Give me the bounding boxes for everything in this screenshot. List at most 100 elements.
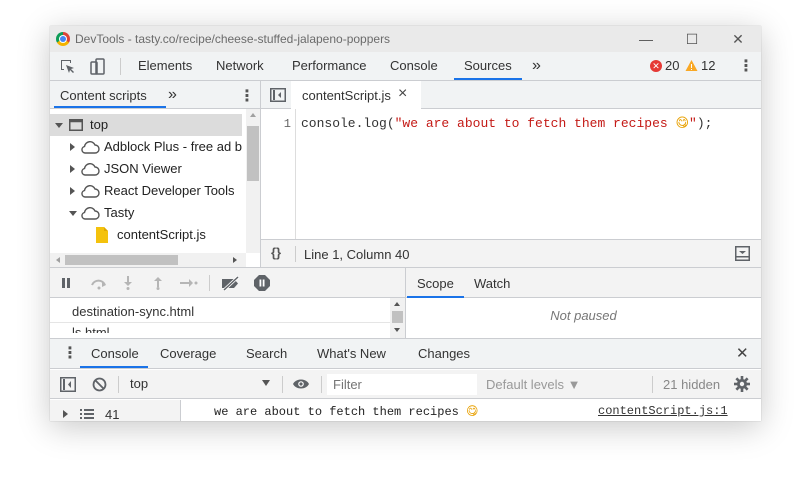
hidden-count: 21 hidden: [663, 377, 721, 392]
context-selector[interactable]: top: [128, 376, 276, 393]
debugger-toolbar: [50, 268, 405, 298]
tab-sources[interactable]: Sources: [454, 52, 522, 80]
pause-on-exceptions-icon[interactable]: [254, 275, 270, 291]
expand-arrow-icon: [70, 187, 75, 195]
device-toolbar-icon[interactable]: [90, 58, 106, 76]
tree-item-json-viewer[interactable]: JSON Viewer: [50, 158, 245, 180]
code-line[interactable]: console.log("we are about to fetch them …: [301, 116, 712, 131]
scroll-right-arrow-icon[interactable]: [233, 257, 237, 263]
pretty-print-button[interactable]: {}: [271, 245, 281, 260]
scope-panel: Scope Watch Not paused: [406, 268, 761, 338]
tree-label: React Developer Tools: [104, 183, 235, 198]
console-settings-gear-icon[interactable]: [734, 376, 750, 392]
expand-arrow-icon[interactable]: [63, 410, 68, 418]
scroll-down-arrow-icon[interactable]: [394, 328, 400, 332]
drawer-tab-console[interactable]: Console: [91, 346, 139, 361]
tree-item-top[interactable]: top: [50, 114, 242, 136]
scrollbar-thumb[interactable]: [247, 126, 259, 181]
step-over-icon[interactable]: [90, 276, 108, 290]
editor-status-bar: {} Line 1, Column 40: [261, 239, 761, 267]
tree-item-react-devtools[interactable]: React Developer Tools: [50, 180, 245, 202]
not-paused-message: Not paused: [550, 308, 617, 323]
drawer-tab-search[interactable]: Search: [246, 346, 287, 361]
cloud-icon: [81, 185, 100, 198]
drawer-menu-icon[interactable]: ⋮: [62, 343, 78, 363]
warning-count[interactable]: 12: [701, 58, 715, 73]
threads-scrollbar[interactable]: [390, 298, 405, 338]
scroll-up-arrow-icon[interactable]: [250, 113, 256, 117]
maximize-button[interactable]: ☐: [672, 28, 712, 50]
deactivate-breakpoints-icon[interactable]: [220, 276, 242, 291]
log-source-link[interactable]: contentScript.js:1: [598, 404, 728, 418]
toggle-sidebar-icon[interactable]: [60, 377, 76, 392]
navigator-panel: Content scripts » ⋮ top Adblock Plus - f…: [50, 81, 260, 267]
messages-count[interactable]: 41 messages: [105, 407, 180, 421]
list-icon: [80, 409, 94, 419]
drawer-tab-coverage[interactable]: Coverage: [160, 346, 216, 361]
navigator-horizontal-scrollbar[interactable]: [50, 253, 246, 267]
status-divider: [295, 246, 296, 262]
editor-tabstrip: contentScript.js ×: [261, 81, 761, 109]
thread-item[interactable]: ls.html: [72, 322, 110, 333]
tree-label: JSON Viewer: [104, 161, 182, 176]
toolbar-divider: [652, 376, 653, 393]
clear-console-icon[interactable]: [92, 377, 107, 392]
toggle-debugger-icon[interactable]: [735, 246, 750, 261]
pause-icon[interactable]: [62, 278, 65, 288]
cloud-icon: [81, 163, 100, 176]
warning-icon: [685, 60, 698, 71]
scroll-up-arrow-icon[interactable]: [394, 302, 400, 306]
navigator-tabstrip: Content scripts » ⋮: [50, 81, 260, 109]
file-tab-contentscript[interactable]: contentScript.js ×: [291, 81, 421, 109]
close-tab-icon[interactable]: ×: [398, 85, 407, 103]
tab-performance[interactable]: Performance: [292, 52, 366, 80]
console-log-message[interactable]: we are about to fetch them recipes 😋: [214, 404, 479, 419]
inspect-element-icon[interactable]: [60, 59, 76, 75]
console-filter-input[interactable]: [327, 374, 477, 395]
close-drawer-icon[interactable]: ✕: [736, 344, 749, 362]
scrollbar-thumb[interactable]: [65, 255, 178, 265]
tab-elements[interactable]: Elements: [138, 52, 192, 80]
expand-arrow-icon: [69, 211, 77, 216]
live-expression-eye-icon[interactable]: [292, 378, 310, 390]
code-call: console.log(: [301, 116, 395, 131]
debugger-sidebar: destination-sync.html ls.html: [50, 268, 405, 338]
tab-console[interactable]: Console: [390, 52, 438, 80]
threads-list: destination-sync.html ls.html: [50, 298, 405, 338]
scroll-left-arrow-icon[interactable]: [56, 257, 60, 263]
navigator-menu-icon[interactable]: ⋮: [239, 86, 255, 106]
scrollbar-thumb[interactable]: [392, 311, 403, 323]
step-out-icon[interactable]: [153, 276, 163, 290]
tab-scope[interactable]: Scope: [417, 276, 454, 291]
error-icon: ✕: [650, 60, 662, 72]
toolbar-divider: [118, 376, 119, 393]
debugger-divider: [209, 275, 210, 291]
drawer-tab-changes[interactable]: Changes: [418, 346, 470, 361]
minimize-button[interactable]: —: [626, 28, 666, 50]
step-into-icon[interactable]: [123, 276, 133, 290]
dropdown-arrow-icon: [262, 380, 270, 386]
customize-menu-icon[interactable]: ⋮: [738, 56, 754, 76]
tree-item-tasty[interactable]: Tasty: [50, 202, 245, 224]
emoji-icon: 😋: [675, 116, 690, 131]
tree-item-adblock[interactable]: Adblock Plus - free ad b: [50, 136, 245, 158]
toggle-navigator-icon[interactable]: [270, 88, 286, 102]
thread-item[interactable]: destination-sync.html: [72, 304, 194, 319]
tab-content-scripts[interactable]: Content scripts: [60, 88, 147, 103]
navigator-vertical-scrollbar[interactable]: [246, 109, 260, 253]
console-toolbar: top Default levels ▼ 21 hidden: [50, 370, 761, 399]
drawer-tab-whats-new[interactable]: What's New: [317, 346, 386, 361]
tab-network[interactable]: Network: [216, 52, 264, 80]
devtools-window: DevTools - tasty.co/recipe/cheese-stuffe…: [50, 26, 761, 421]
code-string-close: ": [689, 116, 697, 131]
tree-item-contentscript[interactable]: contentScript.js: [50, 224, 245, 246]
error-count[interactable]: 20: [665, 58, 679, 73]
navigator-more-button[interactable]: »: [168, 86, 177, 104]
log-levels-dropdown[interactable]: Default levels ▼: [486, 377, 581, 392]
step-icon[interactable]: [180, 277, 198, 289]
editor-panel: contentScript.js × 1 console.log("we are…: [261, 81, 761, 267]
close-window-button[interactable]: ✕: [718, 28, 758, 50]
tab-watch[interactable]: Watch: [474, 276, 510, 291]
toolbar-divider: [321, 376, 322, 393]
more-tabs-button[interactable]: »: [532, 52, 541, 80]
